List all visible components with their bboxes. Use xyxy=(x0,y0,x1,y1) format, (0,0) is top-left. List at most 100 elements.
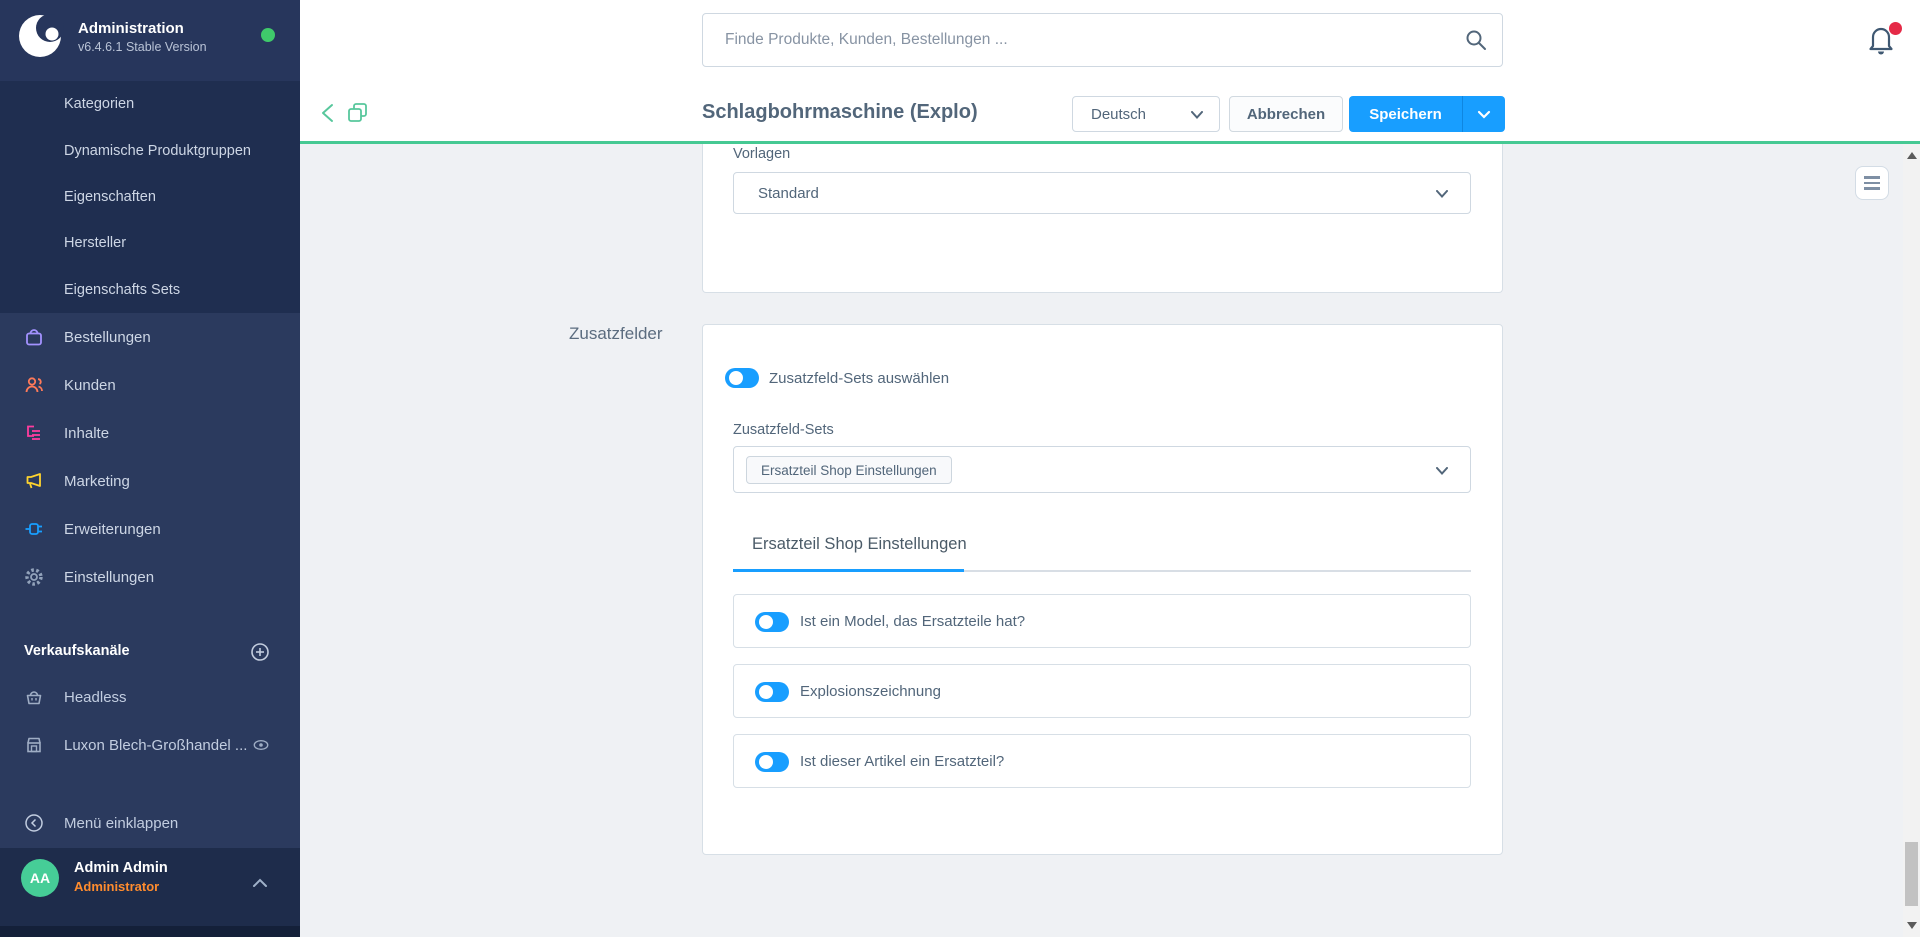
custom-fields-section-heading: Zusatzfelder xyxy=(569,324,663,344)
custom-field-sets-select[interactable]: Ersatzteil Shop Einstellungen xyxy=(733,446,1471,493)
ersatzteile-hat-toggle[interactable] xyxy=(755,612,789,632)
templates-label: Vorlagen xyxy=(733,146,790,162)
tab-active-underline xyxy=(733,569,964,572)
page-title: Schlagbohrmaschine (Explo) xyxy=(702,101,978,124)
notification-dot xyxy=(1889,22,1902,35)
sidebar-item-label: Bestellungen xyxy=(64,329,151,346)
sidebar-item-label: Kunden xyxy=(64,377,116,394)
app-title: Administration xyxy=(78,20,184,37)
template-select[interactable]: Standard xyxy=(733,172,1471,214)
content-icon xyxy=(24,423,44,443)
smartbar: Schlagbohrmaschine (Explo) Deutsch Abbre… xyxy=(300,81,1920,143)
sales-channel-label: Headless xyxy=(64,689,127,706)
vertical-scrollbar[interactable] xyxy=(1903,144,1920,937)
search-input[interactable] xyxy=(725,14,1445,66)
template-select-value: Standard xyxy=(758,185,819,202)
sidebar-item-luxon-shop[interactable]: Luxon Blech-Großhandel ... xyxy=(0,721,300,769)
status-dot xyxy=(261,28,275,42)
sidebar-item-label: Einstellungen xyxy=(64,569,154,586)
toggle-knob xyxy=(759,615,773,629)
save-button[interactable]: Speichern xyxy=(1349,96,1505,132)
chevron-down-icon xyxy=(1436,190,1448,198)
save-options-button[interactable] xyxy=(1463,96,1505,132)
sales-channel-label: Luxon Blech-Großhandel ... xyxy=(64,737,247,754)
user-menu[interactable]: AA Admin Admin Administrator xyxy=(0,848,300,926)
sidebar-item-eigenschaften[interactable]: Eigenschaften xyxy=(0,174,300,220)
toggle-row-label: Ist ein Model, das Ersatzteile hat? xyxy=(800,613,1025,630)
users-icon xyxy=(24,375,44,395)
scrollbar-thumb[interactable] xyxy=(1905,842,1918,906)
user-role: Administrator xyxy=(74,879,159,894)
sidebar-item-erweiterungen[interactable]: Erweiterungen xyxy=(0,505,300,553)
sidebar-item-kategorien[interactable]: Kategorien xyxy=(0,81,300,127)
sidebar-item-einstellungen[interactable]: Einstellungen xyxy=(0,553,300,601)
notification-center-button[interactable] xyxy=(1866,22,1902,60)
toggle-row-explosionszeichnung: Explosionszeichnung xyxy=(733,664,1471,718)
tab-underline-track xyxy=(964,570,1471,572)
save-button-label[interactable]: Speichern xyxy=(1349,96,1462,132)
main-content: Vorlagen Standard Zusatzfelder Zusatzfel… xyxy=(300,144,1903,937)
sidebar-item-label: Erweiterungen xyxy=(64,521,161,538)
chevron-up-icon xyxy=(252,878,268,888)
chevron-down-icon xyxy=(1191,111,1203,119)
plug-icon xyxy=(24,519,44,539)
sidebar-item-bestellungen[interactable]: Bestellungen xyxy=(0,313,300,361)
sidebar: Administration v6.4.6.1 Stable Version K… xyxy=(0,0,300,937)
user-name: Admin Admin xyxy=(74,860,168,876)
hamburger-icon xyxy=(1864,182,1880,185)
toggle-row-label: Ist dieser Artikel ein Ersatzteil? xyxy=(800,753,1004,770)
toggle-knob xyxy=(729,371,743,385)
custom-fields-card: Zusatzfeld-Sets auswählen Zusatzfeld-Set… xyxy=(702,324,1503,855)
eye-icon[interactable] xyxy=(252,736,270,754)
toggle-row-ersatzteile-hat: Ist ein Model, das Ersatzteile hat? xyxy=(733,594,1471,648)
toggle-knob xyxy=(759,685,773,699)
sidebar-item-marketing[interactable]: Marketing xyxy=(0,457,300,505)
toggle-row-label: Explosionszeichnung xyxy=(800,683,941,700)
selected-set-tag[interactable]: Ersatzteil Shop Einstellungen xyxy=(746,456,952,484)
sidebar-header: Administration v6.4.6.1 Stable Version xyxy=(0,0,300,81)
collapse-menu-label: Menü einklappen xyxy=(64,815,178,832)
cancel-button[interactable]: Abbrechen xyxy=(1229,96,1343,132)
sidebar-item-headless[interactable]: Headless xyxy=(0,673,300,721)
custom-field-sets-label: Zusatzfeld-Sets xyxy=(733,422,834,438)
chevron-circle-left-icon xyxy=(24,813,44,833)
global-search[interactable] xyxy=(702,13,1503,67)
sidebar-item-hersteller[interactable]: Hersteller xyxy=(0,220,300,266)
hamburger-icon xyxy=(1864,176,1880,179)
sidebar-submenu-catalog: Kategorien Dynamische Produktgruppen Eig… xyxy=(0,81,300,313)
card-context-menu-button[interactable] xyxy=(1855,166,1889,200)
sidebar-item-label: Marketing xyxy=(64,473,130,490)
sidebar-main-menu: Bestellungen Kunden Inhalte xyxy=(0,313,300,601)
avatar: AA xyxy=(21,859,59,897)
sidebar-item-dynamische-produktgruppen[interactable]: Dynamische Produktgruppen xyxy=(0,127,300,173)
sales-channels-heading: Verkaufskanäle xyxy=(24,643,130,659)
sidebar-item-label: Inhalte xyxy=(64,425,109,442)
explosionszeichnung-toggle[interactable] xyxy=(755,682,789,702)
tab-ersatzteil-shop-einstellungen[interactable]: Ersatzteil Shop Einstellungen xyxy=(752,535,967,554)
templates-card: Vorlagen Standard xyxy=(702,144,1503,293)
back-icon[interactable] xyxy=(318,102,338,124)
sidebar-item-kunden[interactable]: Kunden xyxy=(0,361,300,409)
basket-icon xyxy=(24,687,44,707)
bag-icon xyxy=(24,327,44,347)
toggle-row-ist-ersatzteil: Ist dieser Artikel ein Ersatzteil? xyxy=(733,734,1471,788)
scroll-up-arrow[interactable] xyxy=(1907,152,1917,159)
toggle-knob xyxy=(759,755,773,769)
sidebar-item-eigenschafts-sets[interactable]: Eigenschafts Sets xyxy=(0,267,300,313)
hamburger-icon xyxy=(1864,187,1880,190)
add-sales-channel-icon[interactable] xyxy=(250,642,270,662)
megaphone-icon xyxy=(24,471,44,491)
gear-icon xyxy=(24,567,44,587)
search-icon[interactable] xyxy=(1464,28,1488,52)
collapse-menu-button[interactable]: Menü einklappen xyxy=(0,800,300,846)
sidebar-item-inhalte[interactable]: Inhalte xyxy=(0,409,300,457)
chevron-down-icon xyxy=(1477,110,1491,119)
chevron-down-icon xyxy=(1436,467,1448,475)
ist-ersatzteil-toggle[interactable] xyxy=(755,752,789,772)
language-select[interactable]: Deutsch xyxy=(1072,96,1220,132)
shopware-logo-icon xyxy=(16,12,64,60)
scroll-down-arrow[interactable] xyxy=(1907,922,1917,929)
duplicate-icon[interactable] xyxy=(346,101,370,125)
app-version: v6.4.6.1 Stable Version xyxy=(78,40,207,54)
custom-field-sets-toggle[interactable] xyxy=(725,368,759,388)
